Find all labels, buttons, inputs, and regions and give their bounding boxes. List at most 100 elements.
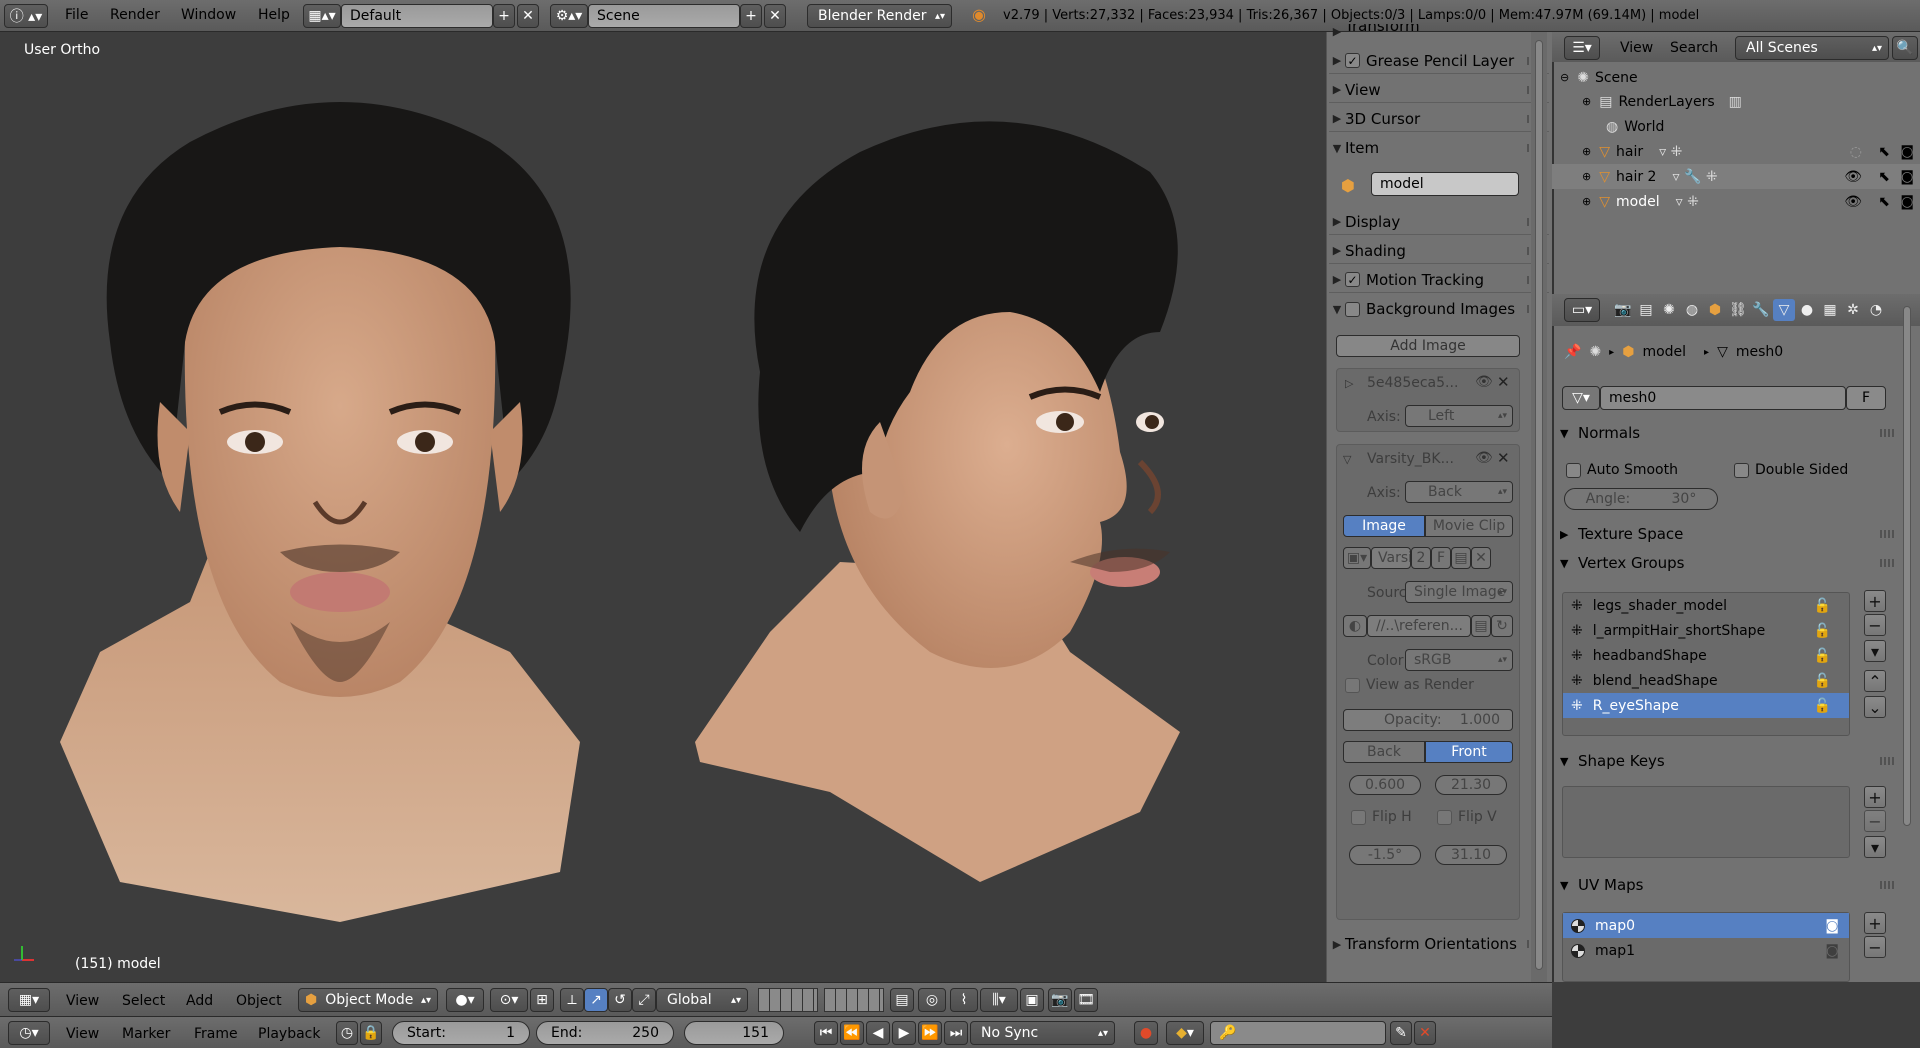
image-fake-user[interactable]: F (1431, 547, 1451, 569)
drag-grip-icon[interactable] (1880, 530, 1896, 538)
keying-set-field[interactable]: 🔑 (1210, 1021, 1386, 1045)
scene-tab-icon[interactable]: ✺ (1658, 299, 1680, 321)
shape-key-specials-icon[interactable]: ▾ (1864, 836, 1886, 858)
remove-scene-icon[interactable]: ✕ (764, 4, 786, 28)
opengl-anim-icon[interactable]: 🎞 (1074, 988, 1098, 1012)
expand-icon[interactable]: ⊕ (1582, 95, 1591, 108)
mesh-name-field[interactable]: mesh0 (1600, 386, 1846, 410)
size-field[interactable]: 0.600 (1349, 775, 1421, 795)
timeline-menu-view[interactable]: View (66, 1026, 99, 1042)
display-section[interactable]: ▶ Display (1329, 209, 1549, 235)
tab-image[interactable]: Image (1343, 515, 1425, 537)
remove-vertex-group-icon[interactable]: − (1864, 614, 1886, 636)
collapse-icon[interactable]: ⊖ (1560, 71, 1569, 84)
render-engine-dropdown[interactable]: Blender Render ▴▾ (807, 4, 952, 28)
outliner-row-world[interactable]: ◍ World (1552, 114, 1920, 139)
manipulator-toggle-icon[interactable]: ⊞ (530, 988, 554, 1012)
layer-lock-icon[interactable]: ▤ (890, 988, 914, 1012)
remove-shape-key-icon[interactable]: − (1864, 810, 1886, 832)
opengl-render-icon[interactable]: 📷 (1048, 988, 1072, 1012)
layers-grid-1[interactable] (758, 988, 818, 1012)
browse-folder-icon[interactable]: ▤ (1471, 615, 1491, 637)
list-item[interactable]: map1 ◙ (1563, 938, 1849, 963)
outliner-editor-icon[interactable]: ☰▾ (1564, 36, 1600, 60)
scene-name-field[interactable]: Scene (588, 4, 740, 28)
color-space-dropdown[interactable]: sRGB ▴▾ (1405, 649, 1513, 671)
sync-dropdown[interactable]: No Sync ▴▾ (970, 1021, 1115, 1045)
bg2-axis-dropdown[interactable]: Back ▴▾ (1405, 481, 1513, 503)
grease-pencil-checkbox[interactable]: ✓ (1345, 53, 1360, 68)
shape-keys-list[interactable] (1562, 786, 1850, 858)
menu-view[interactable]: View (66, 993, 99, 1009)
outliner-row-hair-2[interactable]: ⊕ ▽ hair 2 ▿ 🔧 ⁜ 👁 ⬉ ◙ (1552, 164, 1920, 189)
record-icon[interactable]: ● (1134, 1021, 1158, 1045)
scene-icon[interactable]: ⚙▴▾ (550, 4, 588, 28)
eye-icon[interactable]: 👁 (1844, 169, 1862, 185)
list-item[interactable]: ⁜ legs_shader_model 🔓 (1563, 593, 1849, 618)
lock-range-icon[interactable]: 🔒 (360, 1021, 382, 1045)
menu-help[interactable]: Help (258, 7, 290, 23)
drag-grip-icon[interactable] (1880, 881, 1896, 889)
drag-grip-icon[interactable] (1880, 559, 1896, 567)
eye-icon[interactable]: 👁 (1475, 374, 1493, 390)
viewport-shading-icon[interactable]: ●▾ (446, 988, 484, 1012)
double-sided-checkbox[interactable] (1734, 462, 1749, 478)
particles-tab-icon[interactable]: ✲ (1842, 299, 1864, 321)
render-icon[interactable]: ▣ (1020, 988, 1044, 1012)
outliner-menu-search[interactable]: Search (1670, 40, 1718, 56)
render-camera-icon[interactable]: ◙ (1900, 194, 1914, 210)
proportional-edit-icon[interactable]: ◎ (918, 988, 946, 1012)
lock-icon[interactable]: 🔓 (1814, 648, 1831, 664)
outliner-row-renderlayers[interactable]: ⊕ ▤ RenderLayers ▥ (1552, 89, 1920, 114)
menu-window[interactable]: Window (181, 7, 236, 23)
flip-h-option[interactable]: Flip H (1351, 809, 1412, 825)
translate-manipulator-icon[interactable]: ⟂ (560, 988, 584, 1012)
lock-icon[interactable]: 🔓 (1814, 698, 1831, 714)
list-item-selected[interactable]: ⁜ R_eyeShape 🔓 (1563, 693, 1849, 718)
uv-maps-list[interactable]: map0 ◙ map1 ◙ (1562, 912, 1850, 982)
flip-v-option[interactable]: Flip V (1437, 809, 1497, 825)
rotation-field[interactable]: -1.5° (1349, 845, 1421, 865)
active-render-camera-icon[interactable]: ◙ (1825, 918, 1839, 934)
eye-icon[interactable]: ◌ (1850, 144, 1862, 160)
item-section[interactable]: ▼ Item (1329, 135, 1549, 161)
vertex-groups-list[interactable]: ⁜ legs_shader_model 🔓 ⁜ l_armpitHair_shortS… (1562, 592, 1850, 736)
pivot-point-icon[interactable]: ⊙▾ (490, 988, 528, 1012)
lock-icon[interactable]: 🔓 (1814, 623, 1831, 639)
image-name-field[interactable]: Varsi (1371, 547, 1411, 569)
world-tab-icon[interactable]: ◍ (1681, 299, 1703, 321)
flip-h-checkbox[interactable] (1351, 809, 1366, 825)
data-tab-icon[interactable]: ▽ (1773, 299, 1795, 321)
auto-smooth-checkbox[interactable] (1566, 462, 1581, 478)
texture-space-section[interactable]: ▶ Texture Space (1560, 521, 1896, 547)
view-as-render-option[interactable]: View as Render (1345, 677, 1474, 693)
scale-icon[interactable]: ⤢ (632, 988, 656, 1012)
expand-icon[interactable]: ⊕ (1582, 170, 1591, 183)
snap-element-icon[interactable]: ⫼▾ (980, 988, 1018, 1012)
motion-tracking-section[interactable]: ▶ ✓ Motion Tracking (1329, 267, 1549, 293)
select-arrow-icon[interactable]: ⬉ (1878, 169, 1890, 185)
depth-front-button[interactable]: Front (1425, 741, 1513, 763)
item-name-field[interactable]: model (1371, 172, 1519, 196)
eye-icon[interactable]: 👁 (1475, 450, 1493, 466)
3d-editor-type-icon[interactable]: ▦▾ (8, 988, 50, 1012)
jump-start-icon[interactable]: ⏮ (814, 1021, 838, 1045)
lock-icon[interactable]: 🔓 (1814, 673, 1831, 689)
add-layout-icon[interactable]: + (493, 4, 515, 28)
list-item[interactable]: ⁜ blend_headShape 🔓 (1563, 668, 1849, 693)
outliner-row-scene[interactable]: ⊖ ✺ Scene (1552, 65, 1920, 90)
background-images-section[interactable]: ▼ Background Images (1329, 296, 1549, 322)
tab-movie-clip[interactable]: Movie Clip (1425, 515, 1513, 537)
render-layers-tab-icon[interactable]: ▤ (1635, 299, 1657, 321)
angle-field[interactable]: Angle: 30° (1564, 488, 1718, 510)
jump-prev-keyframe-icon[interactable]: ⏪ (840, 1021, 864, 1045)
render-camera-icon[interactable]: ◙ (1900, 169, 1914, 185)
object-tab-icon[interactable]: ⬢ (1704, 299, 1726, 321)
info-editor-type-button[interactable]: ⓘ ▴▾ (4, 4, 48, 28)
constraints-tab-icon[interactable]: ⛓ (1727, 299, 1749, 321)
render-tab-icon[interactable]: 📷 (1612, 299, 1634, 321)
collapse-arrow-icon[interactable]: ▽ (1343, 453, 1351, 466)
3d-viewport[interactable]: User Ortho (151) model (0, 32, 1326, 982)
expand-icon[interactable]: ⊕ (1582, 195, 1591, 208)
offset-x-field[interactable]: 21.30 (1435, 775, 1507, 795)
